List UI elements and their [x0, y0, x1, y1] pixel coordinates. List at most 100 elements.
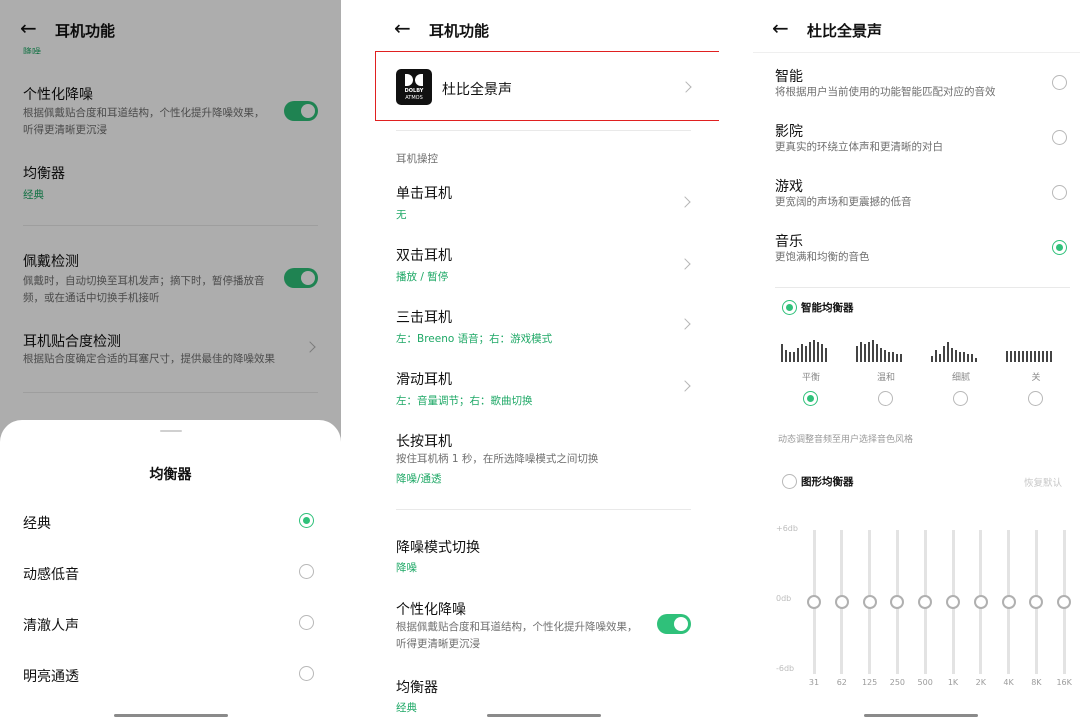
radio-unselected[interactable] [299, 564, 314, 579]
eq-band-knob[interactable] [834, 595, 849, 609]
reset-default-button[interactable]: 恢复默认 [1024, 475, 1062, 489]
radio-selected[interactable] [1052, 240, 1067, 255]
smart-eq-option[interactable]: 智能均衡器 [719, 298, 1080, 318]
eq-band-label: 500 [917, 678, 933, 687]
eq-option-classic[interactable]: 经典 [0, 508, 341, 534]
mode-cinema-row[interactable]: 影院 更真实的环绕立体声和更清晰的对白 [719, 119, 1080, 159]
home-indicator [487, 714, 601, 717]
preset-label: 温和 [876, 373, 895, 383]
triple-tap-row[interactable]: 三击耳机 左：Breeno 语音；右：游戏模式 [341, 304, 719, 350]
radio-unselected[interactable] [782, 474, 797, 489]
radio-selected[interactable] [299, 513, 314, 528]
preset-delicate-radio[interactable] [953, 391, 968, 406]
radio-unselected[interactable] [299, 666, 314, 681]
eq-band-knob[interactable] [1029, 595, 1044, 609]
preset-delicate-waveform-icon [931, 338, 991, 362]
page-title: 杜比全景声 [807, 22, 883, 40]
anc-mode-switch-row[interactable]: 降噪模式切换 降噪 [341, 534, 719, 578]
single-tap-row[interactable]: 单击耳机 无 [341, 180, 719, 226]
row-description: 根据佩戴贴合度和耳道结构，个性化提升降噪效果，听得更清晰更沉浸 [396, 621, 638, 650]
eq-band-label: 62 [836, 678, 847, 687]
equalizer-bottom-sheet: 均衡器 经典 动感低音 清澈人声 明亮通透 [0, 420, 341, 720]
dolby-double-d-icon [405, 74, 423, 86]
row-value: 经典 [396, 702, 417, 714]
mode-description: 更真实的环绕立体声和更清晰的对白 [775, 141, 943, 153]
radio-unselected[interactable] [1052, 185, 1067, 200]
double-tap-row[interactable]: 双击耳机 播放 / 暂停 [341, 242, 719, 288]
eq-axis-min: -6db [776, 664, 795, 673]
eq-band-knob[interactable] [918, 595, 933, 609]
dolby-atmos-row[interactable]: DOLBY ATMOS 杜比全景声 [375, 51, 719, 121]
equalizer-sheet-screen: ← 耳机功能 降噪 个性化降噪 根据佩戴贴合度和耳道结构，个性化提升降噪效果，听… [0, 0, 341, 720]
eq-band-label: 250 [889, 678, 906, 687]
preset-mild-radio[interactable] [878, 391, 893, 406]
eq-option-bass[interactable]: 动感低音 [0, 559, 341, 585]
long-press-row[interactable]: 长按耳机 按住耳机柄 1 秒，在所选降噪模式之间切换 降噪/通透 [341, 428, 719, 488]
eq-band-label: 125 [861, 678, 878, 687]
radio-unselected[interactable] [299, 615, 314, 630]
chevron-right-icon [679, 380, 691, 392]
option-label: 动感低音 [23, 567, 79, 583]
row-title: 均衡器 [396, 680, 438, 696]
dolby-atmos-screen: ← 杜比全景声 智能 将根据用户当前使用的功能智能匹配对应的音效 影院 更真实的… [719, 0, 1080, 720]
option-label: 经典 [23, 516, 51, 532]
eq-band-knob[interactable] [890, 595, 905, 609]
eq-band-knob[interactable] [862, 595, 877, 609]
option-label: 清澈人声 [23, 618, 79, 634]
row-title: 降噪模式切换 [396, 540, 480, 556]
preset-off-radio[interactable] [1028, 391, 1043, 406]
page-title: 耳机功能 [429, 22, 490, 40]
eq-band-label: 4K [1003, 678, 1014, 687]
row-title: 双击耳机 [396, 248, 452, 264]
eq-band-knob[interactable] [946, 595, 960, 609]
header-divider [753, 52, 1080, 53]
row-description: 按住耳机柄 1 秒，在所选降噪模式之间切换 [396, 453, 599, 465]
divider [775, 287, 1070, 288]
radio-selected[interactable] [782, 300, 797, 315]
preset-label: 细腻 [951, 373, 970, 383]
earphone-functions-screen: ← 耳机功能 DOLBY ATMOS 杜比全景声 耳机操控 单击耳机 无 双击耳… [341, 0, 719, 720]
personalized-anc-row[interactable]: 个性化降噪 根据佩戴贴合度和耳道结构，个性化提升降噪效果，听得更清晰更沉浸 [341, 596, 719, 656]
eq-band-label: 8K [1031, 678, 1042, 687]
smart-eq-label: 智能均衡器 [801, 302, 854, 314]
radio-unselected[interactable] [1052, 130, 1067, 145]
back-arrow-icon[interactable]: ← [394, 18, 411, 38]
mode-title: 影院 [775, 124, 803, 140]
preset-mild-waveform-icon [856, 338, 916, 362]
preset-off-waveform-icon [1006, 338, 1066, 362]
eq-band-knob[interactable] [807, 595, 821, 609]
swipe-row[interactable]: 滑动耳机 左：音量调节；右：歌曲切换 [341, 366, 719, 412]
chevron-right-icon [679, 318, 691, 330]
row-value: 降噪 [396, 562, 417, 574]
logo-line1: DOLBY [404, 88, 424, 94]
eq-band-label: 31 [808, 678, 820, 687]
eq-band-knob[interactable] [1001, 595, 1016, 609]
sheet-drag-handle[interactable] [160, 430, 182, 432]
eq-band-knob[interactable] [973, 595, 988, 609]
row-value: 降噪/通透 [396, 473, 442, 485]
mode-game-row[interactable]: 游戏 更宽阔的声场和更震撼的低音 [719, 174, 1080, 214]
mode-title: 智能 [775, 69, 803, 85]
preset-balanced-radio[interactable] [803, 391, 818, 406]
preset-label: 关 [1031, 373, 1041, 383]
mode-smart-row[interactable]: 智能 将根据用户当前使用的功能智能匹配对应的音效 [719, 64, 1080, 104]
personalized-anc-toggle[interactable] [657, 614, 691, 634]
eq-axis-max: +6db [776, 524, 798, 533]
sheet-title: 均衡器 [149, 467, 192, 483]
row-value: 播放 / 暂停 [396, 271, 449, 283]
row-value: 无 [396, 209, 407, 221]
preset-balanced-waveform-icon [781, 338, 841, 362]
back-arrow-icon[interactable]: ← [772, 18, 789, 38]
radio-unselected[interactable] [1052, 75, 1067, 90]
preset-label: 平衡 [801, 373, 820, 383]
mode-music-row[interactable]: 音乐 更饱满和均衡的音色 [719, 229, 1080, 269]
mode-title: 游戏 [775, 179, 803, 195]
eq-band-label: 16K [1056, 678, 1072, 687]
equalizer-row[interactable]: 均衡器 经典 [341, 674, 719, 718]
eq-band-knob[interactable] [1057, 595, 1072, 609]
row-title: 滑动耳机 [396, 372, 452, 388]
eq-option-vocal[interactable]: 清澈人声 [0, 610, 341, 636]
smart-eq-note: 动态调整音频至用户选择音色风格 [778, 435, 914, 445]
eq-option-bright[interactable]: 明亮通透 [0, 661, 341, 687]
row-title: 长按耳机 [396, 434, 452, 450]
